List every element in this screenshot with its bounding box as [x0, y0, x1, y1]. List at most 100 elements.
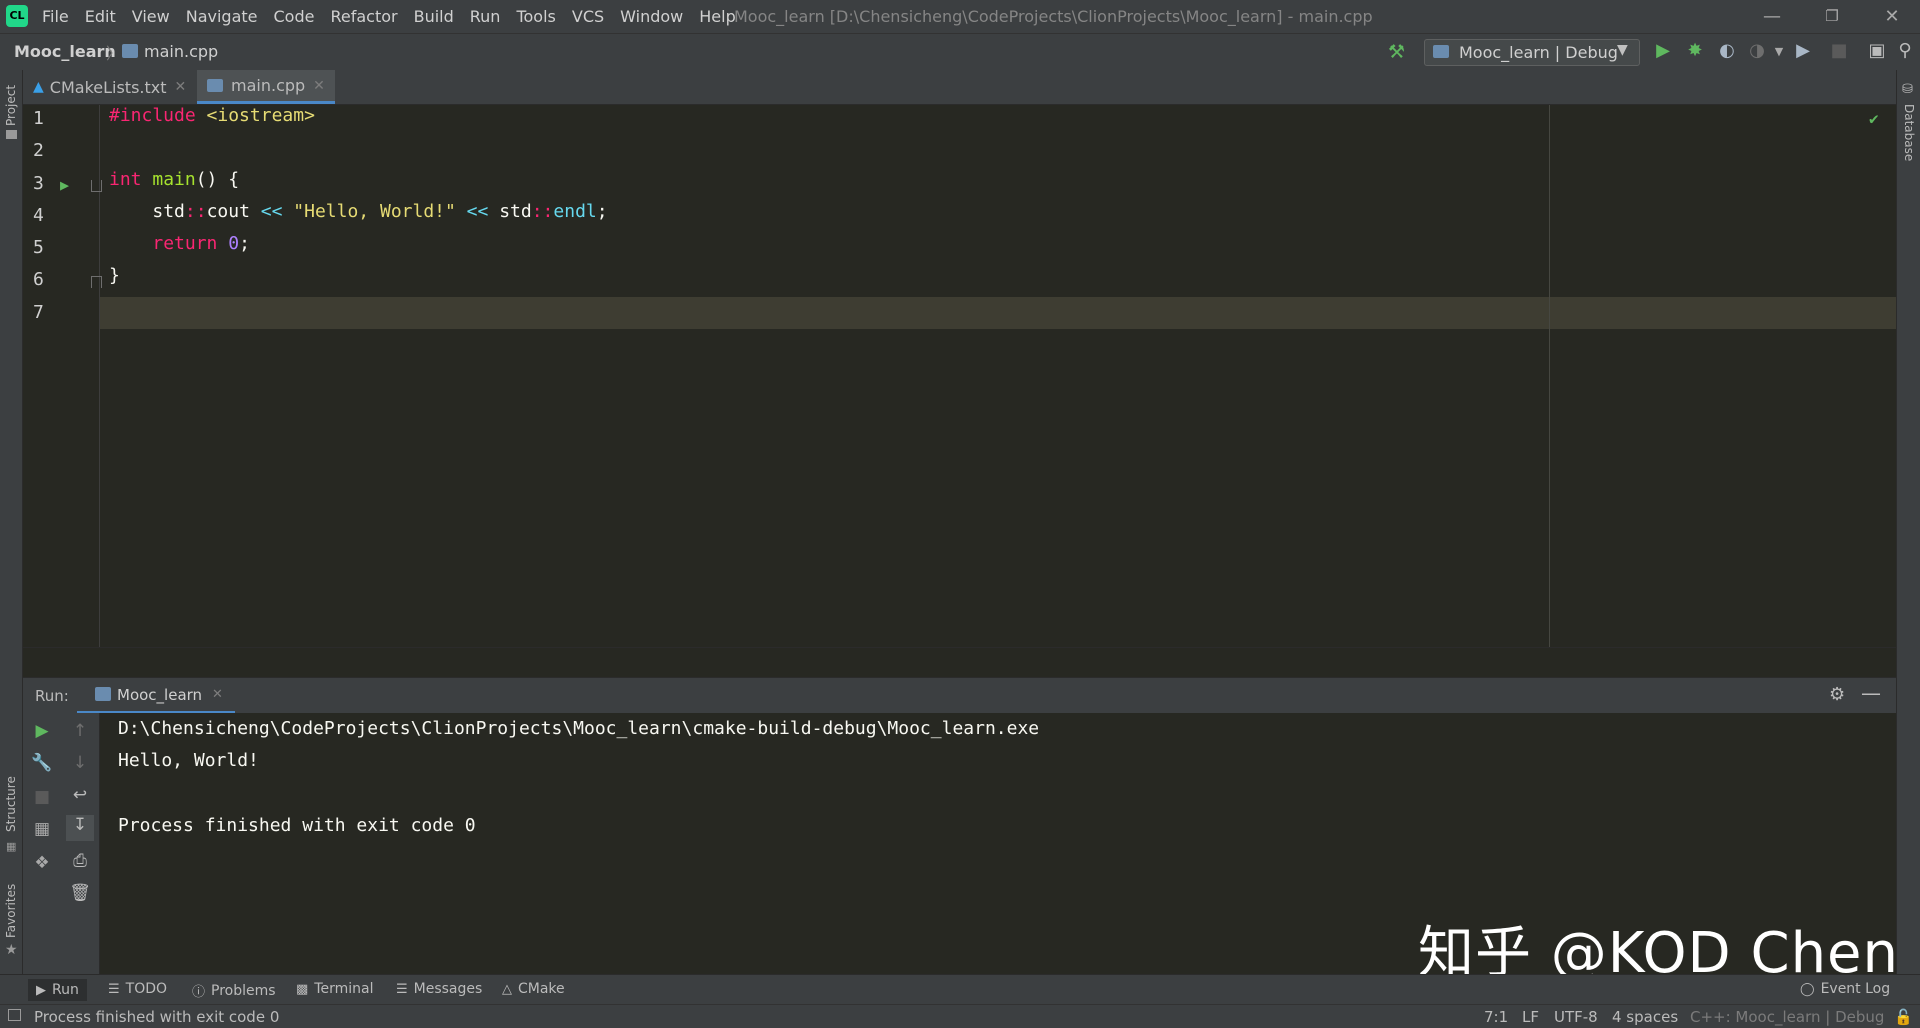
window-title: Mooc_learn [D:\Chensicheng\CodeProjects\… — [734, 7, 1373, 26]
print-icon[interactable]: ⎙ — [61, 851, 99, 871]
run-icon[interactable]: ▶ — [1650, 40, 1676, 61]
arrow-down-icon[interactable]: ↓ — [61, 753, 99, 773]
code-line-6: } — [109, 260, 120, 292]
tool-messages[interactable]: ☰ Messages — [396, 981, 482, 997]
terminal-icon: ▩ — [296, 981, 309, 997]
inspection-ok-check-icon[interactable]: ✔ — [1869, 109, 1879, 128]
breadcrumb-project[interactable]: Mooc_learn — [14, 42, 116, 61]
debug-bug-icon[interactable]: ✸ — [1682, 40, 1708, 61]
attach-to-process-icon[interactable]: ▶ — [1790, 40, 1816, 61]
run-with-coverage-icon[interactable]: ◐ — [1714, 40, 1740, 61]
search-everywhere-icon[interactable]: ⚲ — [1892, 40, 1918, 61]
menu-file[interactable]: File — [42, 7, 69, 26]
menu-tools[interactable]: Tools — [516, 7, 555, 26]
minimize-window-icon[interactable]: — — [1744, 0, 1800, 33]
menu-vcs[interactable]: VCS — [572, 7, 604, 26]
lock-icon[interactable]: 🔓 — [1894, 1008, 1913, 1026]
stop-icon[interactable]: ■ — [1826, 40, 1852, 61]
soft-wrap-icon[interactable]: ↩ — [61, 785, 99, 805]
close-tab-icon[interactable]: ✕ — [212, 687, 223, 702]
menu-code[interactable]: Code — [274, 7, 315, 26]
scope-operator: :: — [184, 201, 207, 222]
editor-gutter: 1 2 3 4 5 6 7 ▶ — [23, 105, 102, 647]
number-literal: 0 — [228, 233, 240, 254]
more-run-options-chevron-icon[interactable]: ▼ — [1766, 45, 1792, 58]
title-bar: CL File Edit View Navigate Code Refactor… — [0, 0, 1920, 33]
messages-icon: ☰ — [396, 981, 408, 997]
arrow-up-icon[interactable]: ↑ — [61, 721, 99, 741]
breadcrumb-file[interactable]: main.cpp — [144, 42, 218, 61]
menu-run[interactable]: Run — [470, 7, 501, 26]
menu-edit[interactable]: Edit — [85, 7, 116, 26]
code-text: ; — [239, 233, 250, 254]
resolve-context[interactable]: C++: Mooc_learn | Debug — [1690, 1008, 1884, 1026]
current-line-highlight — [23, 297, 1896, 329]
run-panel-header: Run: Mooc_learn ✕ ⚙ — — [23, 677, 1896, 714]
layout-icon[interactable]: ▦ — [23, 819, 61, 839]
close-tab-icon[interactable]: ✕ — [313, 78, 325, 94]
structure-tool-button[interactable]: Structure — [4, 776, 18, 832]
restore-window-icon[interactable]: ❐ — [1804, 0, 1860, 33]
gear-icon[interactable]: ⚙ — [1829, 684, 1845, 705]
navigation-bar: Mooc_learn 〉 main.cpp ⚒ Mooc_learn | Deb… — [0, 33, 1920, 71]
project-tool-button[interactable]: Project — [4, 85, 18, 126]
play-icon: ▶ — [36, 982, 46, 998]
menu-window[interactable]: Window — [620, 7, 683, 26]
line-number: 2 — [33, 140, 44, 161]
code-text: () { — [195, 169, 240, 190]
menu-build[interactable]: Build — [414, 7, 454, 26]
terminal-window-icon[interactable]: ▣ — [1864, 40, 1890, 61]
tool-label: Run — [52, 982, 79, 998]
database-tool-button[interactable]: Database — [1902, 104, 1916, 161]
status-message[interactable]: Process finished with exit code 0 — [34, 1008, 279, 1026]
run-gutter-icon[interactable]: ▶ — [60, 176, 69, 194]
close-tab-icon[interactable]: ✕ — [175, 79, 187, 95]
fold-icon[interactable] — [91, 276, 102, 288]
tab-label: main.cpp — [231, 76, 306, 95]
close-window-icon[interactable]: ✕ — [1864, 0, 1920, 33]
build-hammer-icon[interactable]: ⚒ — [1388, 41, 1405, 63]
status-toggle-icon[interactable] — [8, 1009, 21, 1021]
hide-panel-icon[interactable]: — — [1861, 681, 1881, 705]
menu-refactor[interactable]: Refactor — [330, 7, 397, 26]
rerun-icon[interactable]: ▶ — [23, 721, 61, 741]
clion-logo-icon: CL — [6, 5, 28, 27]
menu-navigate[interactable]: Navigate — [186, 7, 258, 26]
tab-main-cpp[interactable]: main.cpp ✕ — [197, 70, 335, 104]
namespace: std — [499, 201, 532, 222]
run-tab-mooc-learn[interactable]: Mooc_learn ✕ — [77, 678, 235, 714]
line-separator[interactable]: LF — [1522, 1008, 1539, 1026]
run-toolbar-secondary: ↑ ↓ ↩ ↧ ⎙ 🗑 — [61, 713, 100, 974]
operator: << — [249, 201, 294, 222]
tab-label: CMakeLists.txt — [49, 77, 167, 97]
line-number: 4 — [33, 205, 44, 226]
run-toolbar-primary: ▶ 🔧 ■ ▦ ❖ — [23, 713, 61, 974]
tool-todo[interactable]: ☰ TODO — [108, 981, 167, 997]
stop-icon[interactable]: ■ — [23, 787, 61, 807]
menu-view[interactable]: View — [132, 7, 170, 26]
pin-icon[interactable]: ❖ — [23, 853, 61, 873]
tool-terminal[interactable]: ▩ Terminal — [296, 981, 373, 997]
trash-icon[interactable]: 🗑 — [61, 883, 99, 903]
indent-setting[interactable]: 4 spaces — [1612, 1008, 1678, 1026]
wrench-icon[interactable]: 🔧 — [23, 753, 61, 773]
tool-label: Terminal — [314, 981, 374, 997]
tool-cmake[interactable]: △ CMake — [502, 981, 565, 997]
tool-problems[interactable]: ⓘ Problems — [192, 981, 276, 1001]
code-line-5: return 0; — [109, 228, 250, 260]
preprocessor-directive: #include — [109, 105, 196, 126]
run-configuration-selector[interactable]: Mooc_learn | Debug ▼ — [1424, 39, 1640, 66]
favorites-tool-button[interactable]: Favorites — [4, 884, 18, 938]
menu-help[interactable]: Help — [699, 7, 735, 26]
function-name: main — [152, 169, 196, 190]
status-bar: Process finished with exit code 0 7:1 LF… — [0, 1004, 1920, 1028]
tab-cmakelists[interactable]: ▲ CMakeLists.txt ✕ — [23, 70, 196, 104]
file-encoding[interactable]: UTF-8 — [1554, 1008, 1598, 1026]
code-editor[interactable]: 1 2 3 4 5 6 7 ▶ ✔ #include <iostream> in… — [23, 105, 1896, 647]
fold-icon[interactable] — [91, 180, 102, 192]
tool-event-log[interactable]: ◯ Event Log — [1800, 981, 1890, 997]
tool-run[interactable]: ▶ Run — [28, 979, 87, 1001]
panel-splitter[interactable] — [23, 647, 1896, 678]
scroll-to-end-icon[interactable]: ↧ — [66, 815, 94, 841]
caret-position[interactable]: 7:1 — [1484, 1008, 1508, 1026]
